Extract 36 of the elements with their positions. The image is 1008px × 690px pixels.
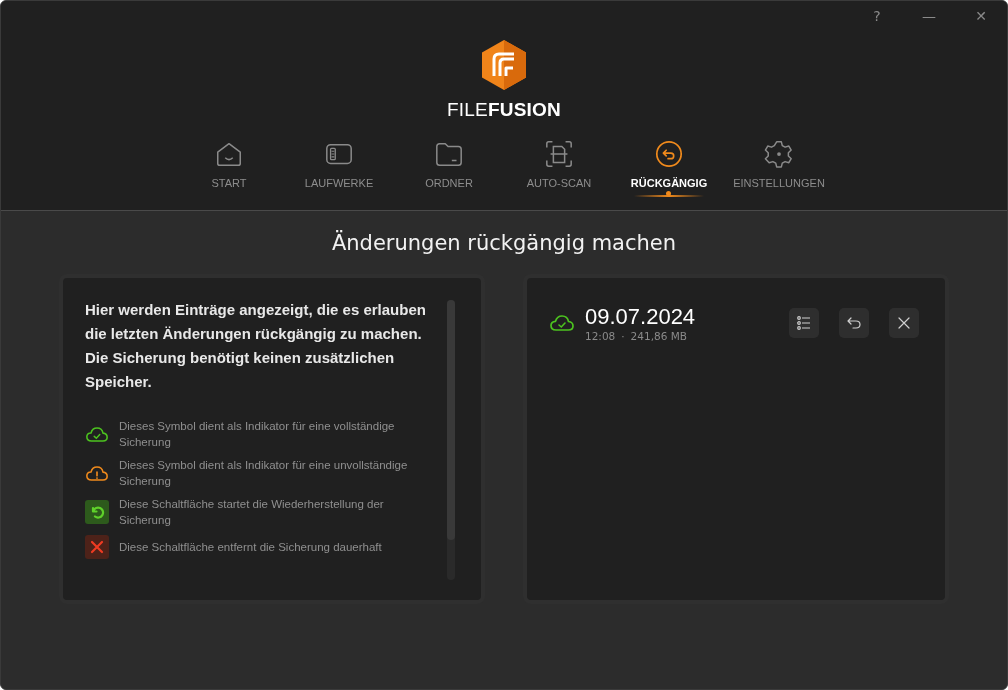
cloud-check-icon bbox=[549, 313, 575, 333]
delete-icon bbox=[85, 535, 109, 559]
close-icon bbox=[896, 315, 912, 331]
scan-icon bbox=[544, 139, 574, 169]
nav-tab[interactable]: RÜCKGÄNGIG bbox=[614, 135, 724, 197]
nav-tab[interactable]: EINSTELLUNGEN bbox=[724, 135, 834, 197]
legend-text: Diese Schaltfläche entfernt die Sicherung dauerhaft bbox=[119, 540, 382, 555]
separator-dot: · bbox=[621, 330, 625, 342]
restore-button[interactable] bbox=[839, 308, 869, 338]
backup-size: 241,86 MB bbox=[630, 330, 687, 342]
intro-text: Hier werden Einträge angezeigt, die es erlauben die letzten Änderungen rückgängig zu machen. Die Sicherung benötigt keinen zusätzlichen Speicher. bbox=[85, 300, 427, 392]
scrollbar[interactable] bbox=[447, 300, 455, 580]
undo-icon bbox=[846, 315, 862, 331]
page-title: Änderungen rückgängig machen bbox=[330, 231, 678, 255]
list-icon bbox=[796, 315, 812, 331]
delete-button[interactable] bbox=[889, 308, 919, 338]
nav-tab[interactable]: START bbox=[174, 135, 284, 197]
undo-icon bbox=[654, 139, 684, 169]
backup-date: 09.07.2024 bbox=[585, 304, 697, 330]
backup-time: 12:08 bbox=[585, 330, 616, 342]
brand-name: FILEFUSION bbox=[447, 99, 561, 121]
restore-icon bbox=[85, 500, 109, 524]
window-control[interactable]: ✕ bbox=[955, 3, 1007, 29]
window-control[interactable]: ? bbox=[851, 3, 903, 29]
nav-tab[interactable]: ORDNER bbox=[394, 135, 504, 197]
settings-icon bbox=[764, 139, 794, 169]
logo-icon bbox=[481, 39, 527, 91]
legend-text: Dieses Symbol dient als Indikator für eine unvollständige Sicherung bbox=[119, 458, 409, 489]
cloud-check-icon bbox=[85, 424, 109, 444]
nav-tab[interactable]: LAUFWERKE bbox=[284, 135, 394, 197]
details-button[interactable] bbox=[789, 308, 819, 338]
window-control[interactable]: — bbox=[903, 3, 955, 29]
legend-text: Dieses Symbol dient als Indikator für eine vollständige Sicherung bbox=[119, 419, 396, 450]
cloud-warning-icon bbox=[85, 463, 109, 483]
nav-tab[interactable]: AUTO-SCAN bbox=[504, 135, 614, 197]
legend-text: Diese Schaltfläche startet die Wiederherstellung der Sicherung bbox=[119, 497, 385, 528]
